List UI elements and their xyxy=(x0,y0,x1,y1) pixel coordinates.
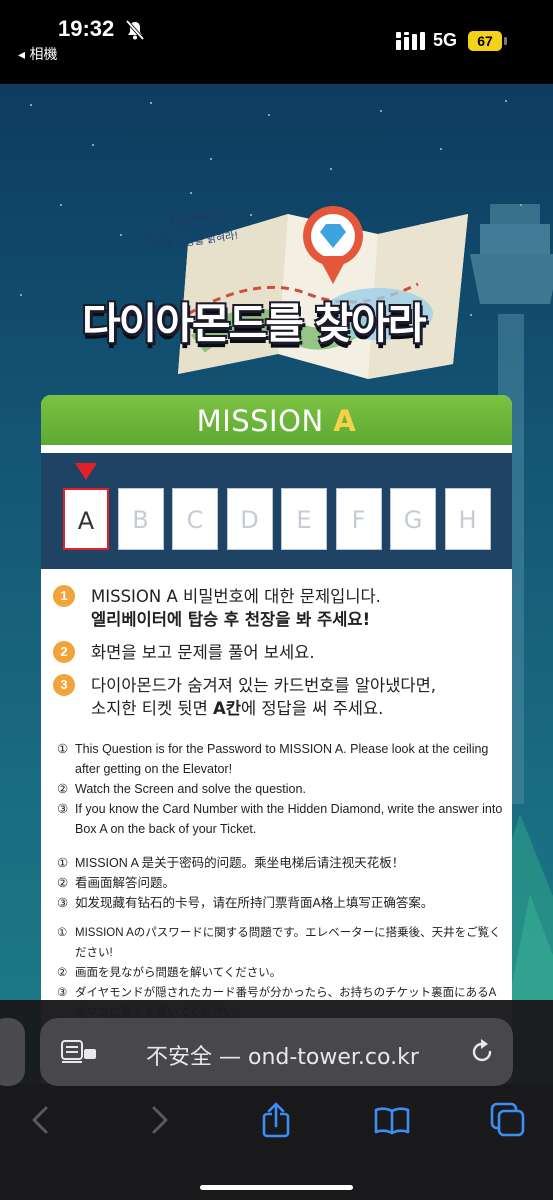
mission-header-prefix: MISSION xyxy=(196,404,334,438)
bookmarks-icon[interactable] xyxy=(372,1100,412,1140)
battery-cap xyxy=(504,37,507,45)
english-instructions: ① This Question is for the Password to MI… xyxy=(57,739,507,839)
en-instruction-1: ① This Question is for the Password to MI… xyxy=(57,739,507,779)
ko-3-line2-bold: A칸 xyxy=(213,699,241,718)
ko-3-line2-pre: 소지한 티켓 뒷면 xyxy=(91,699,213,718)
ko-instruction-1: 1 MISSION A 비밀번호에 대한 문제입니다. 엘리베이터에 탑승 후 … xyxy=(51,585,511,631)
back-to-app-link[interactable]: ◂ 相機 xyxy=(18,44,57,64)
step-number-badge: 1 xyxy=(53,585,75,607)
url-text[interactable]: 不安全 — ond-tower.co.kr xyxy=(146,1039,419,1071)
status-bar: 19:32 ◂ 相機 5G 67 xyxy=(0,0,553,84)
circled-number: ② xyxy=(57,782,69,796)
ja-instruction-2: ② 画面を見ながら問題を解いてください。 xyxy=(57,963,507,983)
address-bar[interactable]: 不安全 — ond-tower.co.kr xyxy=(40,1018,513,1086)
ko-2-line1: 화면을 보고 문제를 풀어 보세요. xyxy=(91,643,315,662)
ko-1-line2: 엘리베이터에 탑승 후 천장을 봐 주세요! xyxy=(91,610,371,629)
zh-1-text: MISSION A 是关于密码的问题。乘坐电梯后请注视天花板！ xyxy=(75,856,405,870)
circled-number: ① xyxy=(57,742,69,756)
korean-instructions: 1 MISSION A 비밀번호에 대한 문제입니다. 엘리베이터에 탑승 후 … xyxy=(51,585,511,730)
back-icon[interactable] xyxy=(22,1100,62,1140)
zh-instruction-2: ② 看画面解答问题。 xyxy=(57,873,507,893)
ja-2-text: 画面を見ながら問題を解いてください。 xyxy=(75,967,282,979)
ja-instruction-1: ① MISSION Aのパスワードに関する問題です。エレベーターに搭乗後、天井をご… xyxy=(57,923,507,963)
web-content: MISSION 숨겨진 다이아몬드를 찾아 기억의 심장을 밝혀라! 다이아몬드… xyxy=(0,84,553,1084)
zh-instruction-1: ① MISSION A 是关于密码的问题。乘坐电梯后请注视天花板！ xyxy=(57,853,507,873)
ko-instruction-2: 2 화면을 보고 문제를 풀어 보세요. xyxy=(51,641,511,664)
status-time: 19:32 xyxy=(58,16,115,41)
circled-number: ② xyxy=(57,967,68,979)
ko-1-line1: MISSION A 비밀번호에 대한 문제입니다. xyxy=(91,587,381,606)
bell-slash-icon xyxy=(125,19,145,41)
reload-icon[interactable] xyxy=(468,1038,496,1066)
forward-icon[interactable] xyxy=(140,1100,180,1140)
battery-indicator: 67 xyxy=(468,31,502,51)
reader-icon[interactable] xyxy=(60,1038,98,1066)
circled-number: ① xyxy=(57,856,69,870)
chinese-instructions: ① MISSION A 是关于密码的问题。乘坐电梯后请注视天花板！ ② 看画面解答问… xyxy=(57,853,507,913)
answer-slot-g: G xyxy=(390,488,436,550)
answer-slot-e: E xyxy=(281,488,327,550)
answer-slot-f: F xyxy=(335,488,382,550)
answer-slot-panel: ABCDEFGH xyxy=(41,453,512,569)
en-instruction-2: ② Watch the Screen and solve the question… xyxy=(57,779,507,799)
ko-3-line2: 소지한 티켓 뒷면 A칸에 정답을 써 주세요. xyxy=(91,697,511,720)
en-3-text: If you know the Card Number with the Hid… xyxy=(75,802,503,836)
share-icon[interactable] xyxy=(256,1100,296,1140)
circled-number: ① xyxy=(57,927,68,939)
answer-slot-c: C xyxy=(172,488,218,550)
active-slot-marker-icon xyxy=(75,463,97,480)
logo-title: 다이아몬드를 찾아라 xyxy=(82,299,426,348)
browser-toolbar: 不安全 — ond-tower.co.kr xyxy=(0,1000,553,1200)
find-diamond-logo: MISSION 숨겨진 다이아몬드를 찾아 기억의 심장을 밝혀라! 다이아몬드… xyxy=(78,194,478,414)
circled-number: ③ xyxy=(57,802,69,816)
ko-3-line2-post: 에 정답을 써 주세요. xyxy=(240,699,384,718)
answer-slot-b: B xyxy=(117,488,164,550)
answer-slot-a: A xyxy=(63,488,109,550)
ko-3-line1: 다이아몬드가 숨겨져 있는 카드번호를 알아냈다면, xyxy=(91,676,437,695)
en-2-text: Watch the Screen and solve the question. xyxy=(75,782,306,796)
signal-icon xyxy=(396,32,425,50)
step-number-badge: 3 xyxy=(53,674,75,696)
tabs-icon[interactable] xyxy=(488,1100,528,1140)
circled-number: ② xyxy=(57,876,69,890)
ja-1-text: MISSION Aのパスワードに関する問題です。エレベーターに搭乗後、天井をご覧… xyxy=(75,927,501,959)
answer-slot-h: H xyxy=(444,488,491,550)
en-instruction-3: ③ If you know the Card Number with the Hi… xyxy=(57,799,507,839)
ko-instruction-3: 3 다이아몬드가 숨겨져 있는 카드번호를 알아냈다면, 소지한 티켓 뒷면 A… xyxy=(51,674,511,720)
zh-2-text: 看画面解答问题。 xyxy=(75,876,176,890)
home-indicator xyxy=(200,1185,353,1190)
previous-tab-preview[interactable] xyxy=(0,1018,25,1086)
mission-header: MISSION A xyxy=(41,395,512,445)
en-1-text: This Question is for the Password to MIS… xyxy=(75,742,489,776)
circled-number: ③ xyxy=(57,896,69,910)
step-number-badge: 2 xyxy=(53,641,75,663)
mission-header-letter: A xyxy=(333,404,357,438)
answer-slot-d: D xyxy=(226,488,273,550)
zh-3-text: 如发现藏有钻石的卡号，请在所持门票背面A格上填写正确答案。 xyxy=(75,896,434,910)
zh-instruction-3: ③ 如发现藏有钻石的卡号，请在所持门票背面A格上填写正确答案。 xyxy=(57,893,507,913)
network-type: 5G xyxy=(433,30,458,50)
mission-card: MISSION A ABCDEFGH 1 MISSION A 비밀번호에 대한 … xyxy=(41,395,512,1084)
